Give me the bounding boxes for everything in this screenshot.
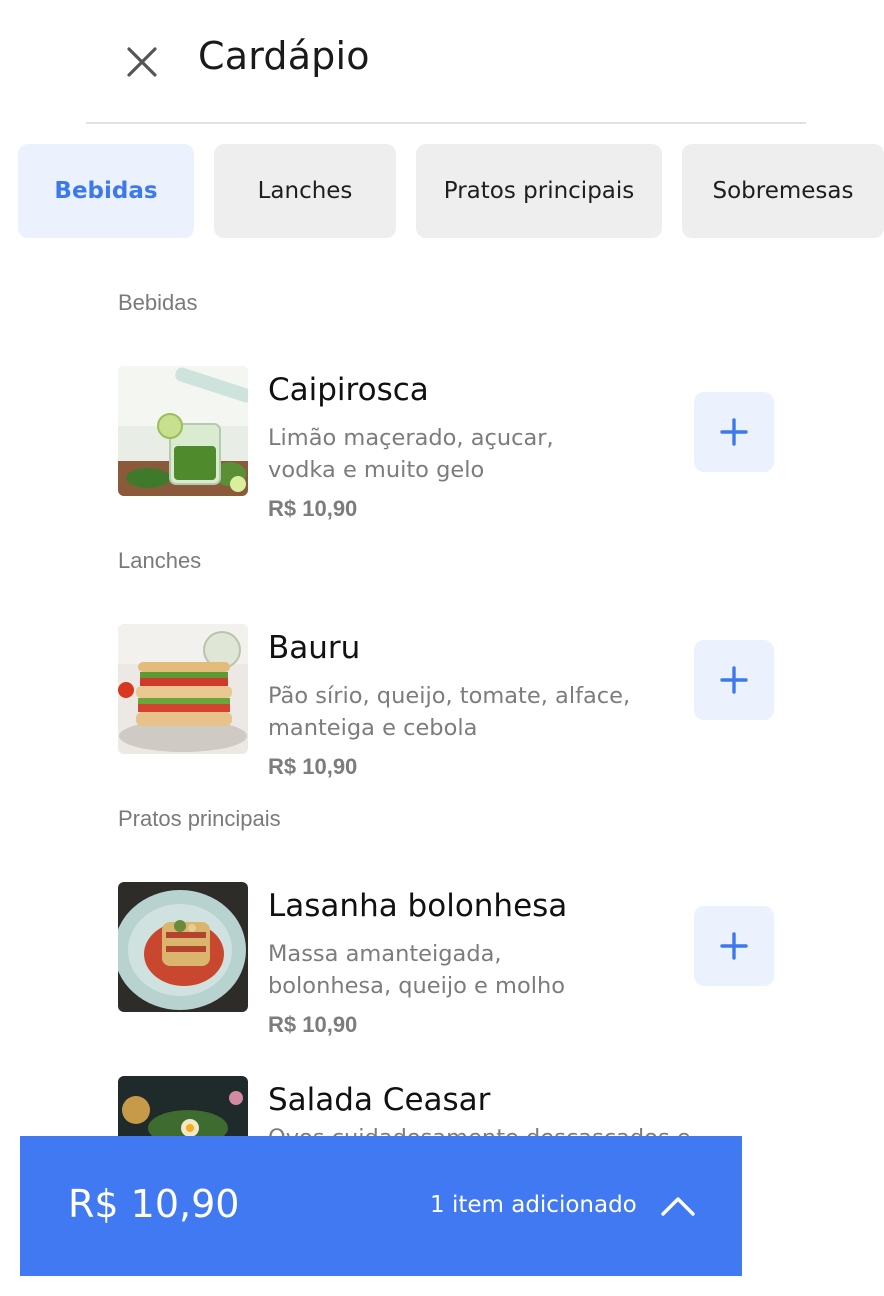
plus-icon — [720, 418, 748, 446]
section-label-bebidas: Bebidas — [118, 290, 198, 315]
header: Cardápio — [86, 0, 806, 124]
item-image-bauru — [118, 624, 248, 754]
item-image-caipirosca — [118, 366, 248, 496]
add-button-caipirosca[interactable] — [694, 392, 774, 472]
add-button-bauru[interactable] — [694, 640, 774, 720]
item-name-lasanha-bolonhesa: Lasanha bolonhesa — [268, 888, 568, 924]
item-image-salada-ceasar — [118, 1076, 248, 1136]
chevron-up-icon — [661, 1197, 695, 1216]
plus-icon — [720, 666, 748, 694]
cart-total: R$ 10,90 — [68, 1182, 240, 1226]
item-price-bauru: R$ 10,90 — [268, 754, 358, 779]
page-title: Cardápio — [198, 34, 370, 78]
item-image-lasanha-bolonhesa — [118, 882, 248, 1012]
item-name-bauru: Bauru — [268, 630, 361, 666]
plus-icon — [720, 932, 748, 960]
section-label-lanches: Lanches — [118, 548, 202, 573]
item-description-salada-ceasar: Ovos cuidadosamente descascados e — [268, 1122, 738, 1136]
cart-summary-bar[interactable]: R$ 10,90 1 item adicionado — [20, 1136, 742, 1276]
item-name-salada-ceasar: Salada Ceasar — [268, 1082, 491, 1118]
close-button[interactable] — [122, 42, 162, 82]
item-description-caipirosca: Limão maçerado, açucar, vodka e muito ge… — [268, 425, 554, 483]
item-price-lasanha-bolonhesa: R$ 10,90 — [268, 1012, 358, 1037]
item-name-caipirosca: Caipirosca — [268, 372, 429, 408]
tab-sobremesas[interactable]: Sobremesas — [682, 144, 884, 238]
tab-pratos-principais[interactable]: Pratos principais — [416, 144, 662, 238]
item-price-caipirosca: R$ 10,90 — [268, 496, 358, 521]
add-button-lasanha-bolonhesa[interactable] — [694, 906, 774, 986]
item-description-bauru: Pão sírio, queijo, tomate, alface, mante… — [268, 683, 631, 741]
item-description-lasanha-bolonhesa: Massa amanteigada, bolonhesa, queijo e m… — [268, 941, 566, 999]
section-label-pratos-principais: Pratos principais — [118, 806, 281, 831]
cart-expand-button[interactable] — [660, 1188, 696, 1224]
cart-item-count: 1 item adicionado — [430, 1192, 637, 1218]
tab-bebidas[interactable]: Bebidas — [18, 144, 194, 238]
tab-lanches[interactable]: Lanches — [214, 144, 396, 238]
close-icon — [127, 47, 157, 77]
